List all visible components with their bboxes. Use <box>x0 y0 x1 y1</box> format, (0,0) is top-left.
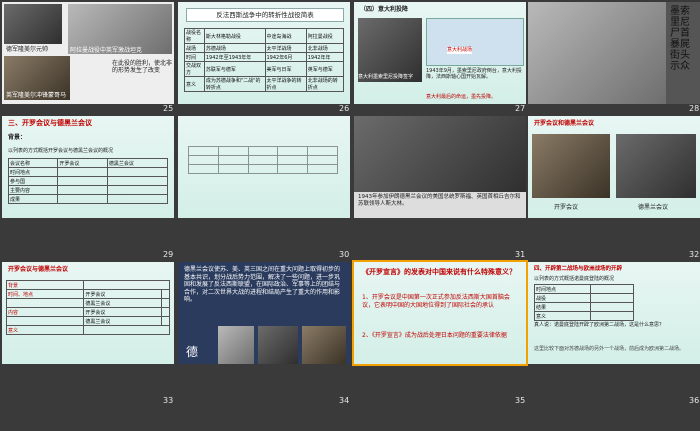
footer-char: 德 <box>186 345 199 359</box>
slide-number: 29 <box>163 250 174 259</box>
italy-map: 意大利战场 <box>426 18 524 66</box>
red-text: 意大利最后的命运，墨先投降。 <box>426 94 497 100</box>
photo-rommel <box>4 4 62 44</box>
slide-heading: （四）意大利投降 <box>360 6 409 13</box>
photo-roosevelt <box>218 326 254 364</box>
slide-number: 25 <box>163 104 174 113</box>
map-label: 意大利战场 <box>447 47 473 54</box>
side-text: 墨索里尼尸首暴屍街头示众 <box>670 6 690 72</box>
faint-table <box>188 146 338 174</box>
label-tehran: 德黑兰会议 <box>638 204 669 211</box>
slide-number: 26 <box>339 104 350 113</box>
caption-top: 德军隆美尔元帅 <box>6 46 49 53</box>
battle-table: 战役名称 斯大林格勒战役 中途岛海战 阿拉曼战役 战场 苏德战场 太平洋战场 北非战场 时间… <box>184 28 345 92</box>
label-cairo: 开罗会议 <box>554 204 579 211</box>
slide-thumbnail-36[interactable]: 四、开辟第二战场与欧洲战场的开辟 以列表的方式概括诺曼底登陆的概况 时间地点 战… <box>528 262 700 364</box>
slide-number: 35 <box>515 396 526 405</box>
slide-heading: 四、开辟第二战场与欧洲战场的开辟 <box>534 266 623 272</box>
slide-thumbnail-27[interactable]: （四）意大利投降 意大利墨索里尼投降签字 意大利战场 1943年9月，墨索里尼政… <box>354 2 526 104</box>
slide-number: 36 <box>689 396 700 405</box>
summary: 真人说：诺曼底登陆开辟了欧洲第二战场，这是什么意思？ <box>534 322 665 328</box>
photo-cairo <box>532 134 610 198</box>
slide-thumbnail-33[interactable]: 开罗会议与德黑兰会议 背景 时间、地点 开罗会议 德黑兰会议 内容 开罗会议 德黑兰… <box>2 262 174 364</box>
caption-mid: 阿拉曼战役中英军激战坦克 <box>70 47 143 54</box>
caption-side: 在此役的胜利，使北非的形势发生了改变 <box>112 60 173 74</box>
question: 《开罗宣言》的发表对中国来说有什么特殊意义？ <box>362 268 516 276</box>
body-text: 德黑兰会议使苏、美、英三国之间在重大问题上取得初步的基本共识，划分战后势力范围，… <box>184 266 341 303</box>
sub-label: 背景： <box>8 134 27 141</box>
photo-caption: 意大利墨索里尼投降签字 <box>358 74 414 80</box>
slide-thumbnail-30[interactable] <box>178 116 350 218</box>
slide-number: 34 <box>339 396 350 405</box>
slide-number: 27 <box>515 104 526 113</box>
slide-thumbnail-34[interactable]: 德黑兰会议使苏、美、英三国之间在重大问题上取得初步的基本共识，划分战后势力范围，… <box>178 262 350 364</box>
photo-hanging <box>528 2 666 104</box>
slide-thumbnail-28[interactable]: 墨索里尼尸首暴屍街头示众 <box>528 2 700 104</box>
slide-heading: 开罗会议与德黑兰会议 <box>8 266 69 273</box>
slide-thumbnail-29[interactable]: 三、开罗会议与德黑兰会议 背景： 以列表的方式概括开罗会议与德黑兰会议的概况 会… <box>2 116 174 218</box>
photo-stalin <box>258 326 298 364</box>
slide-title: 反法西斯战争中的转折性战役简表 <box>186 8 344 22</box>
slide-heading: 开罗会议和德黑兰会议 <box>534 120 595 127</box>
slide-number: 30 <box>339 250 350 259</box>
photo-surrender <box>358 18 422 82</box>
slide-number: 31 <box>515 250 526 259</box>
caption-bot: 英军隆美尔冲锋蒙哥马 <box>6 92 67 99</box>
photo-churchill <box>302 326 346 364</box>
slide-thumbnail-31[interactable]: 1943年参加伊朗德黑兰会议的美国总统罗斯福、英国首相丘吉尔和苏联领导人斯大林。 <box>354 116 526 218</box>
caption: 1943年参加伊朗德黑兰会议的美国总统罗斯福、英国首相丘吉尔和苏联领导人斯大林。 <box>358 194 521 207</box>
prompt: 以列表的方式概括开罗会议与德黑兰会议的概况 <box>8 148 114 154</box>
slide-number: 28 <box>689 104 700 113</box>
body-text: 1943年9月，墨索里尼政府倒台，意大利投降，法西斯轴心国开始瓦解。 <box>426 68 522 80</box>
conference-detail-table: 背景 时间、地点 开罗会议 德黑兰会议 内容 开罗会议 德黑兰会议 意义 <box>5 280 171 335</box>
point-2: 2、《开罗宣言》成为战后处理日本问题的重要法律依据 <box>362 332 507 339</box>
slide-heading: 三、开罗会议与德黑兰会议 <box>8 119 92 127</box>
normandy-table: 时间地点 战役 结果 意义 <box>534 284 634 321</box>
conference-table: 会议名称 开罗会议 德黑兰会议 时间地点 参与国 主要内容 成果 <box>7 158 169 204</box>
slide-thumbnail-26[interactable]: 反法西斯战争中的转折性战役简表 战役名称 斯大林格勒战役 中途岛海战 阿拉曼战役 战场… <box>178 2 350 104</box>
slide-number: 32 <box>689 250 700 259</box>
photo-tehran <box>354 116 526 192</box>
slide-thumbnail-32[interactable]: 开罗会议和德黑兰会议 开罗会议 德黑兰会议 <box>528 116 700 218</box>
point-1: 1、开罗会议是中国第一次正式参加反法西斯大国首脑会议，它表明中国的大国地位得到了… <box>362 294 510 309</box>
slide-number: 33 <box>163 396 174 405</box>
prompt: 以列表的方式概括诺曼底登陆的概况 <box>534 276 615 282</box>
footnote: 这里比较下面对苏德战场的另外一个战场，前后成为欧洲第二战场。 <box>534 346 685 352</box>
slide-thumbnail-25[interactable]: 德军隆美尔元帅 阿拉曼战役中英军激战坦克 英军隆美尔冲锋蒙哥马 在此役的胜利，使… <box>2 2 174 104</box>
slide-thumbnail-35[interactable]: 《开罗宣言》的发表对中国来说有什么特殊意义？ 1、开罗会议是中国第一次正式参加反… <box>352 260 528 366</box>
photo-tehran-2 <box>616 134 696 198</box>
